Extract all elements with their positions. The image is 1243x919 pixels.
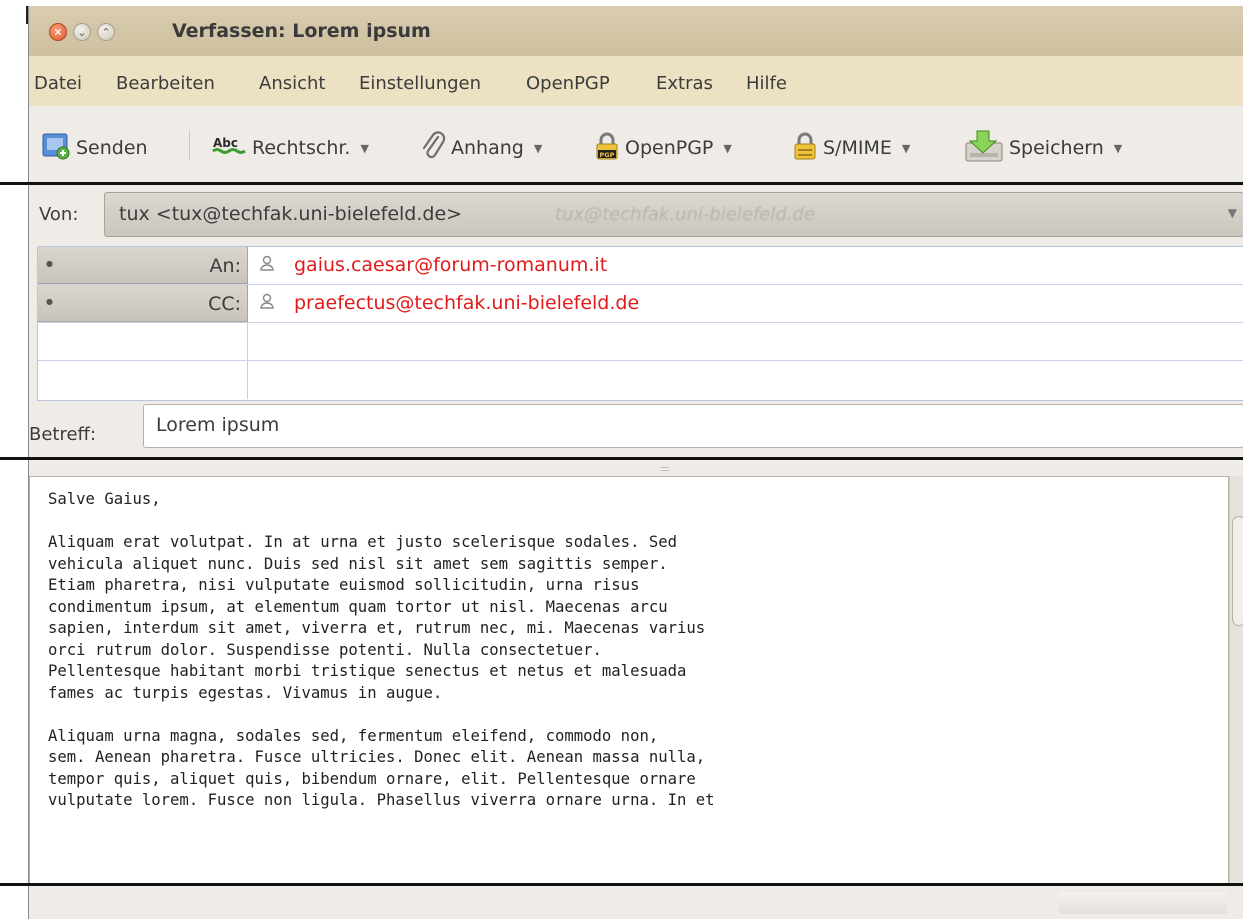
maximize-window-button[interactable]: ⌃ <box>97 23 115 41</box>
save-dropdown-icon[interactable]: ▼ <box>1114 142 1122 155</box>
smime-dropdown-icon[interactable]: ▼ <box>902 142 910 155</box>
save-label: Speichern <box>1009 137 1104 159</box>
recipient-address[interactable]: praefectus@techfak.uni-bielefeld.de <box>294 292 639 314</box>
toolbar-separator <box>189 130 190 160</box>
smime-label: S/MIME <box>823 137 892 159</box>
menu-bearbeiten[interactable]: Bearbeiten <box>116 73 215 94</box>
send-icon <box>41 131 71 166</box>
from-value: tux <tux@techfak.uni-bielefeld.de> <box>119 203 463 225</box>
divider-line <box>0 182 1243 185</box>
subject-label: Betreff: <box>29 424 97 445</box>
recipient-row-empty[interactable] <box>38 323 1243 361</box>
maximize-icon: ⌃ <box>101 25 111 39</box>
lock-icon <box>792 131 818 166</box>
save-button[interactable]: Speichern ▼ <box>964 130 1122 164</box>
recipient-type-select[interactable]: ● CC: <box>38 285 248 322</box>
subject-value: Lorem ipsum <box>156 414 280 436</box>
menu-ansicht[interactable]: Ansicht <box>259 73 325 94</box>
save-icon <box>964 129 1004 168</box>
smime-button[interactable]: S/MIME ▼ <box>792 132 910 164</box>
splitter-grip[interactable] <box>661 467 669 471</box>
dropdown-dot-icon: ● <box>46 259 53 268</box>
from-label: Von: <box>39 204 79 225</box>
menu-hilfe[interactable]: Hilfe <box>746 73 787 94</box>
divider-line <box>0 883 1243 886</box>
attach-dropdown-icon[interactable]: ▼ <box>534 142 542 155</box>
compose-window: ✕ ⌄ ⌃ Verfassen: Lorem ipsum Datei Bearb… <box>28 6 1243 919</box>
menu-bar: Datei Bearbeiten Ansicht Einstellungen O… <box>29 56 1243 106</box>
chevron-down-icon[interactable]: ▼ <box>1228 206 1237 220</box>
dropdown-dot-icon: ● <box>46 297 53 306</box>
openpgp-button[interactable]: PGP OpenPGP ▼ <box>594 132 732 164</box>
menu-datei[interactable]: Datei <box>34 73 82 94</box>
recipient-address[interactable]: gaius.caesar@forum-romanum.it <box>294 254 607 276</box>
message-body-text: Salve Gaius, Aliquam erat volutpat. In a… <box>48 490 715 809</box>
recipient-list: ● An: gaius.caesar@forum-romanum.it ● CC… <box>37 246 1243 401</box>
spellcheck-label: Rechtschr. <box>252 137 351 159</box>
minimize-icon: ⌄ <box>77 25 87 39</box>
send-label: Senden <box>76 137 148 159</box>
menu-einstellungen[interactable]: Einstellungen <box>359 73 481 94</box>
scrollbar-thumb[interactable] <box>1232 516 1243 626</box>
menu-openpgp[interactable]: OpenPGP <box>526 73 610 94</box>
recipient-type-label: CC: <box>208 293 241 315</box>
status-bar <box>29 886 1243 919</box>
recipient-row: ● CC: praefectus@techfak.uni-bielefeld.d… <box>38 285 1243 323</box>
pgp-lock-icon: PGP <box>594 131 620 166</box>
person-icon <box>260 293 274 314</box>
recipient-type-select[interactable]: ● An: <box>38 247 248 284</box>
openpgp-label: OpenPGP <box>625 137 714 159</box>
divider-line <box>0 457 1243 460</box>
spellcheck-button[interactable]: Abc Rechtschr. ▼ <box>211 132 369 164</box>
compose-toolbar: Senden Abc Rechtschr. ▼ Anhang ▼ PGP Ope… <box>29 106 1243 184</box>
spellcheck-dropdown-icon[interactable]: ▼ <box>360 142 368 155</box>
spellcheck-icon: Abc <box>211 134 247 163</box>
from-select[interactable]: tux <tux@techfak.uni-bielefeld.de> tux@t… <box>104 192 1243 237</box>
recipient-type-empty <box>38 323 248 360</box>
attach-button[interactable]: Anhang ▼ <box>420 130 542 166</box>
from-ghost-text: tux@techfak.uni-bielefeld.de <box>555 204 816 225</box>
svg-text:Abc: Abc <box>213 136 238 150</box>
menu-extras[interactable]: Extras <box>656 73 713 94</box>
svg-text:PGP: PGP <box>600 151 615 159</box>
minimize-window-button[interactable]: ⌄ <box>73 23 91 41</box>
title-bar[interactable]: ✕ ⌄ ⌃ Verfassen: Lorem ipsum <box>29 6 1243 56</box>
recipient-row-empty[interactable] <box>38 361 1243 399</box>
paperclip-icon <box>420 130 446 166</box>
window-title: Verfassen: Lorem ipsum <box>172 20 431 42</box>
recipient-row: ● An: gaius.caesar@forum-romanum.it <box>38 247 1243 285</box>
recipient-type-empty <box>38 361 248 399</box>
close-icon: ✕ <box>53 25 63 39</box>
recipient-type-label: An: <box>209 255 241 277</box>
body-scrollbar[interactable] <box>1229 476 1243 884</box>
openpgp-dropdown-icon[interactable]: ▼ <box>723 142 731 155</box>
subject-input[interactable]: Lorem ipsum <box>143 404 1243 448</box>
status-panel <box>1059 892 1227 914</box>
close-window-button[interactable]: ✕ <box>49 23 67 41</box>
message-body-editor[interactable]: Salve Gaius, Aliquam erat volutpat. In a… <box>29 476 1229 884</box>
send-button[interactable]: Senden <box>41 132 148 164</box>
attach-label: Anhang <box>451 137 524 159</box>
person-icon <box>260 255 274 276</box>
